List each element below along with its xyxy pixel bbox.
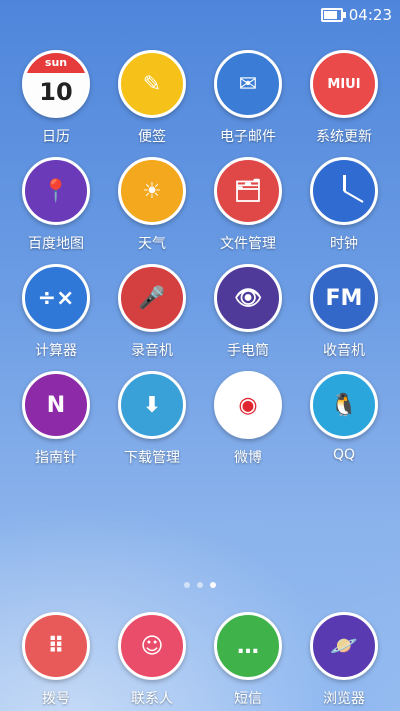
map-icon[interactable]: 📍 — [22, 157, 90, 225]
grid-app-0[interactable]: sun 10 日历 — [8, 50, 104, 146]
page-dot[interactable] — [184, 582, 190, 588]
email-glyph: ✉ — [238, 71, 258, 97]
email-icon[interactable]: ✉ — [214, 50, 282, 118]
messages-glyph: … — [237, 633, 259, 659]
app-label: 联系人 — [131, 691, 173, 707]
app-label: 短信 — [234, 691, 262, 707]
clock-icon[interactable] — [310, 157, 378, 225]
app-label: 计算器 — [35, 343, 77, 359]
contacts-glyph: ☺ — [140, 633, 164, 659]
calendar-date: 10 — [25, 73, 87, 115]
clock-hour-hand — [343, 175, 346, 191]
calculator-glyph: ÷× — [37, 285, 75, 311]
flashlight-icon[interactable]: 👁 — [214, 264, 282, 332]
grid-app-13[interactable]: ⬇ 下载管理 — [104, 371, 200, 467]
calendar-day: sun — [25, 53, 87, 73]
app-label: 时钟 — [330, 236, 358, 252]
app-label: 浏览器 — [323, 691, 365, 707]
app-label: 下载管理 — [124, 450, 180, 466]
weibo-glyph: ◉ — [238, 392, 258, 418]
notes-glyph: ✎ — [142, 71, 162, 97]
app-label: 电子邮件 — [220, 129, 276, 145]
system-update-glyph: MIUI — [327, 76, 361, 92]
app-label: 天气 — [138, 236, 166, 252]
recorder-glyph: 🎤 — [138, 285, 166, 311]
dock-app-3[interactable]: 🪐 浏览器 — [296, 612, 392, 708]
calculator-icon[interactable]: ÷× — [22, 264, 90, 332]
dock-app-2[interactable]: … 短信 — [200, 612, 296, 708]
weibo-icon[interactable]: ◉ — [214, 371, 282, 439]
status-time: 04:23 — [348, 6, 392, 24]
browser-icon[interactable]: 🪐 — [310, 612, 378, 680]
grid-app-3[interactable]: MIUI 系统更新 — [296, 50, 392, 146]
notes-icon[interactable]: ✎ — [118, 50, 186, 118]
grid-app-14[interactable]: ◉ 微博 — [200, 371, 296, 467]
file-manager-icon[interactable]: 🗂 — [214, 157, 282, 225]
qq-glyph: 🐧 — [330, 392, 358, 418]
compass-icon[interactable]: N — [22, 371, 90, 439]
clock-minute-hand — [343, 190, 364, 203]
radio-glyph: FM — [325, 285, 363, 311]
phone-glyph: ⠿ — [47, 633, 65, 659]
calendar-icon[interactable]: sun 10 — [22, 50, 90, 118]
grid-app-12[interactable]: N 指南针 — [8, 371, 104, 467]
recorder-icon[interactable]: 🎤 — [118, 264, 186, 332]
dock-app-1[interactable]: ☺ 联系人 — [104, 612, 200, 708]
grid-app-1[interactable]: ✎ 便签 — [104, 50, 200, 146]
phone-icon[interactable]: ⠿ — [22, 612, 90, 680]
grid-app-4[interactable]: 📍 百度地图 — [8, 157, 104, 253]
weather-icon[interactable]: ☀ — [118, 157, 186, 225]
status-bar: 04:23 — [0, 0, 400, 30]
page-indicator[interactable] — [0, 582, 400, 588]
app-label: 便签 — [138, 129, 166, 145]
map-glyph: 📍 — [42, 178, 70, 204]
app-label: 指南针 — [35, 450, 77, 466]
app-label: 拨号 — [42, 691, 70, 707]
grid-app-11[interactable]: FM 收音机 — [296, 264, 392, 360]
grid-app-2[interactable]: ✉ 电子邮件 — [200, 50, 296, 146]
grid-app-8[interactable]: ÷× 计算器 — [8, 264, 104, 360]
system-update-icon[interactable]: MIUI — [310, 50, 378, 118]
app-label: 微博 — [234, 450, 262, 466]
app-label: QQ — [332, 447, 356, 463]
app-label: 录音机 — [131, 343, 173, 359]
contacts-icon[interactable]: ☺ — [118, 612, 186, 680]
grid-app-6[interactable]: 🗂 文件管理 — [200, 157, 296, 253]
app-label: 百度地图 — [28, 236, 84, 252]
download-glyph: ⬇ — [142, 392, 162, 418]
app-label: 手电筒 — [227, 343, 269, 359]
grid-app-15[interactable]: 🐧 QQ — [296, 371, 392, 463]
grid-app-7[interactable]: 时钟 — [296, 157, 392, 253]
file-manager-glyph: 🗂 — [234, 178, 262, 204]
flashlight-glyph: 👁 — [234, 285, 262, 311]
radio-icon[interactable]: FM — [310, 264, 378, 332]
qq-icon[interactable]: 🐧 — [310, 371, 378, 439]
app-label: 系统更新 — [316, 129, 372, 145]
grid-app-10[interactable]: 👁 手电筒 — [200, 264, 296, 360]
battery-icon — [320, 8, 346, 22]
dock-app-0[interactable]: ⠿ 拨号 — [8, 612, 104, 708]
page-dot[interactable] — [210, 582, 216, 588]
app-label: 日历 — [42, 129, 70, 145]
page-dot[interactable] — [197, 582, 203, 588]
weather-glyph: ☀ — [142, 178, 162, 204]
compass-glyph: N — [46, 392, 66, 418]
browser-glyph: 🪐 — [330, 633, 358, 659]
messages-icon[interactable]: … — [214, 612, 282, 680]
app-label: 文件管理 — [220, 236, 276, 252]
grid-app-5[interactable]: ☀ 天气 — [104, 157, 200, 253]
grid-app-9[interactable]: 🎤 录音机 — [104, 264, 200, 360]
download-icon[interactable]: ⬇ — [118, 371, 186, 439]
app-label: 收音机 — [323, 343, 365, 359]
